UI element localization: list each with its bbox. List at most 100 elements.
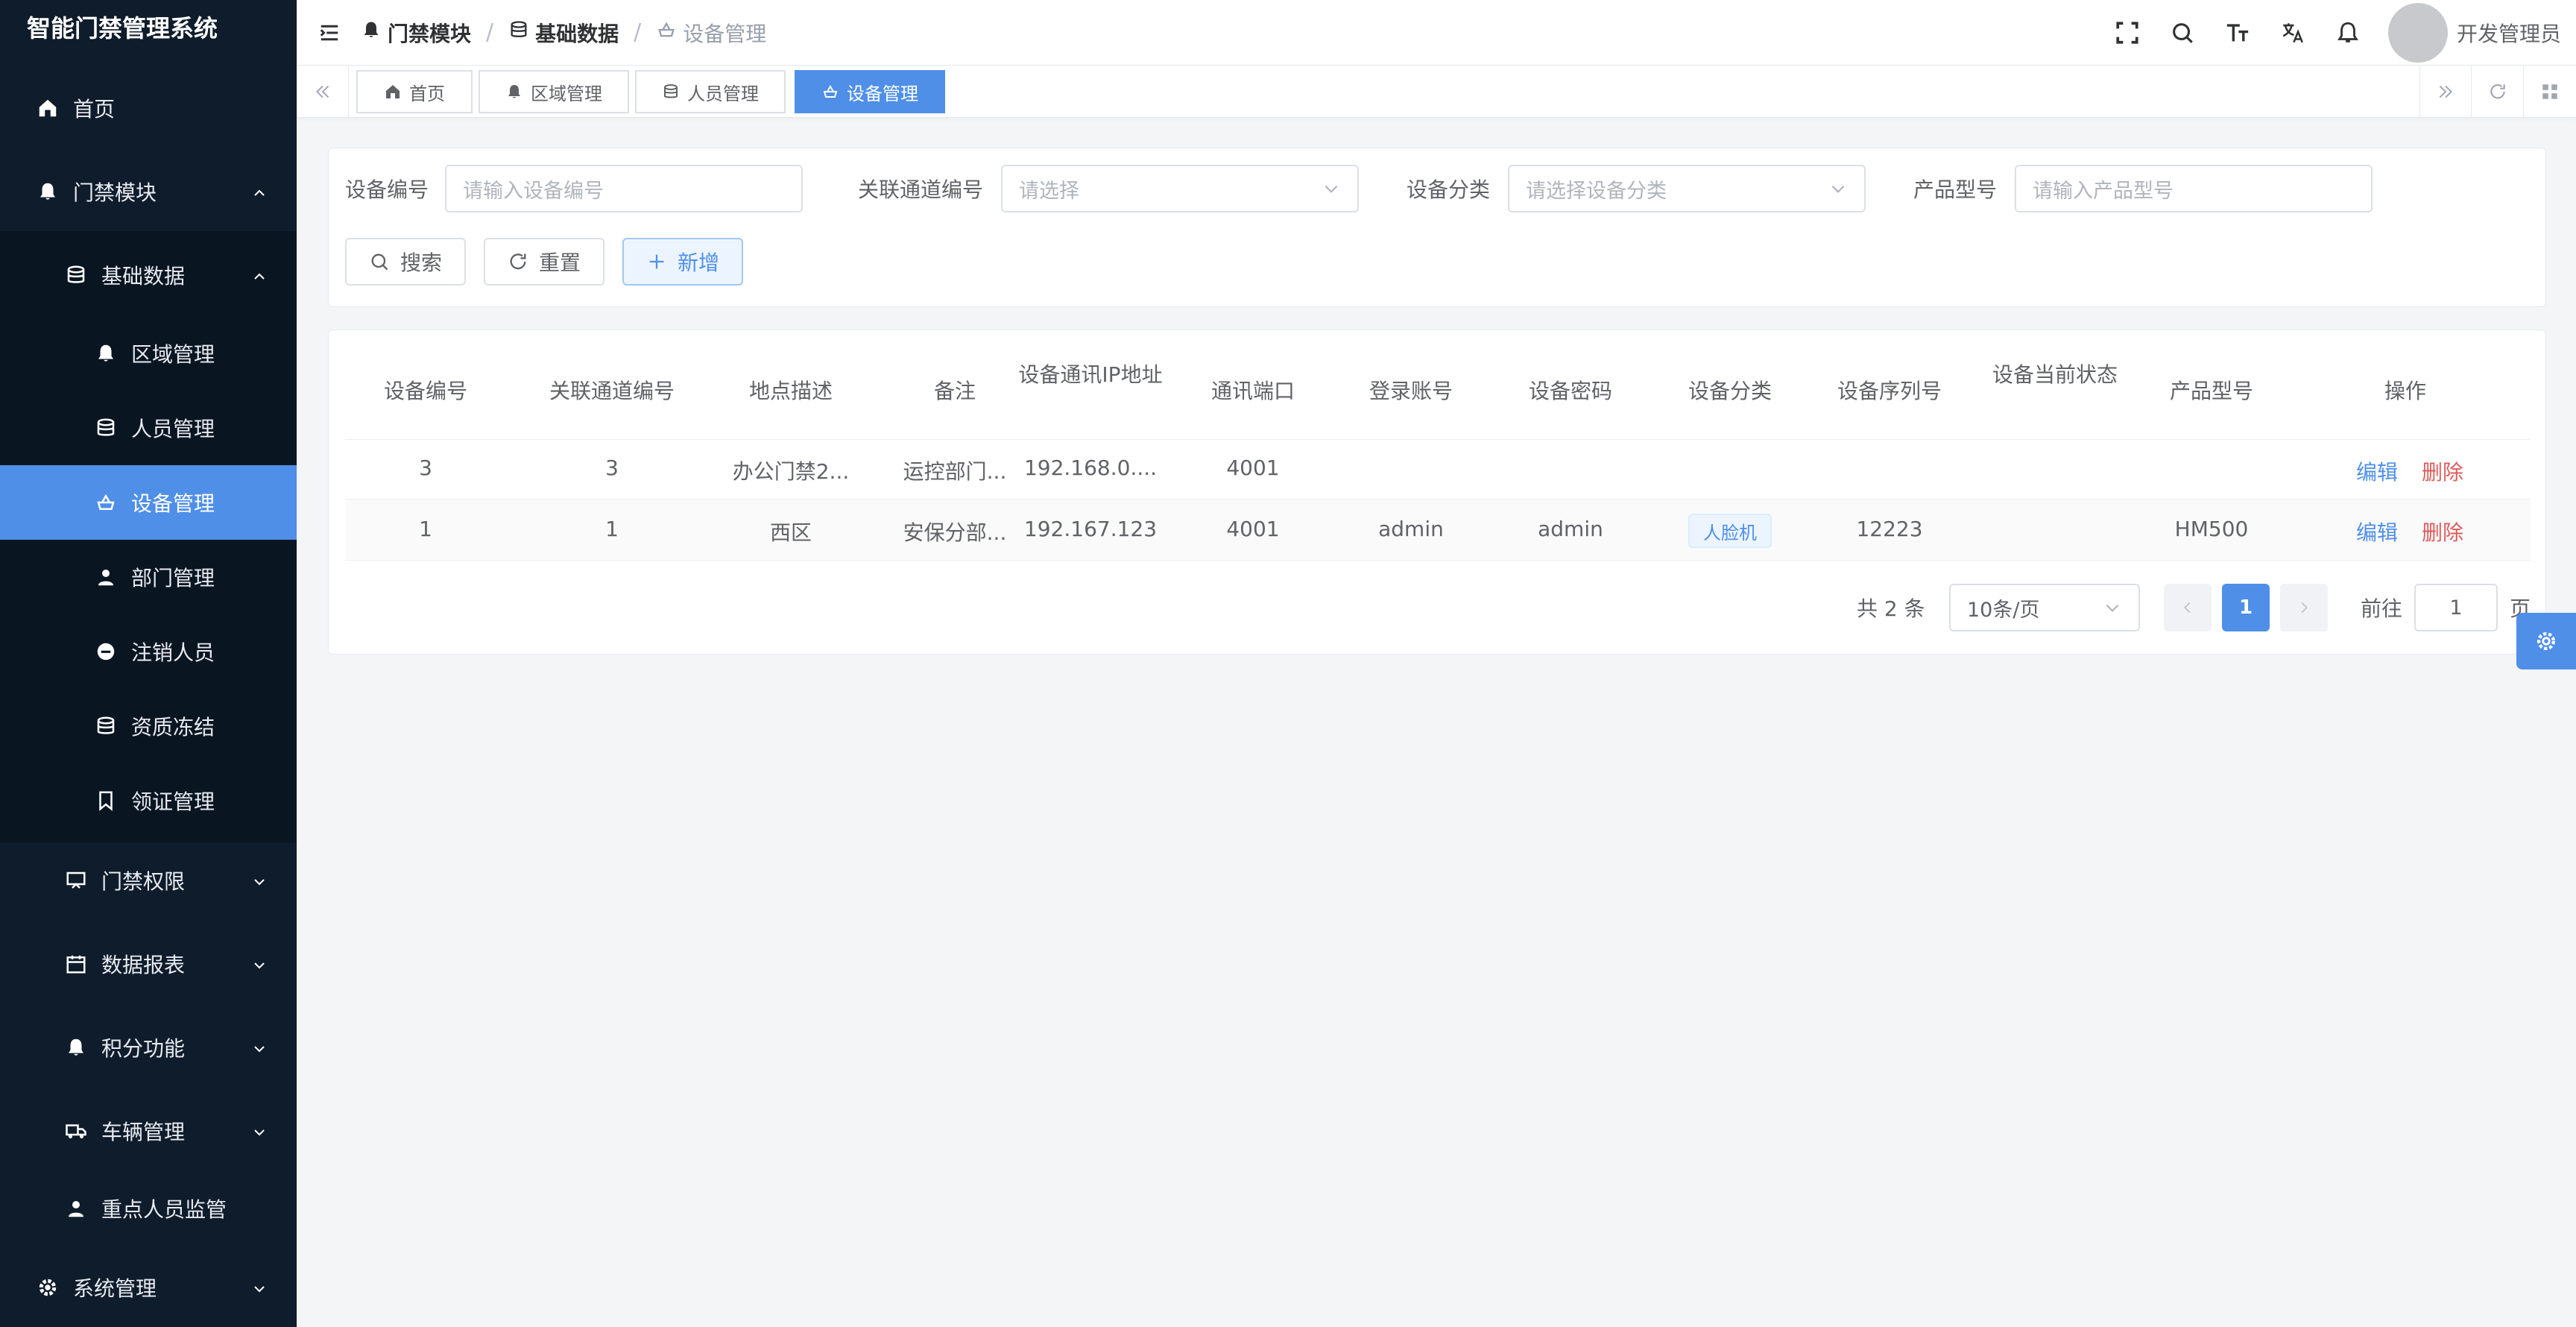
tab-home[interactable]: 首页 xyxy=(356,70,473,113)
chevron-left-icon xyxy=(2184,602,2191,614)
sidebar-item-label: 领证管理 xyxy=(131,789,215,814)
search-form-card: 设备编号 请输入设备编号 关联通道编号 请选择 设备分类 请选择设备分类 产品型… xyxy=(328,148,2546,307)
bookmark-icon xyxy=(94,789,118,813)
sidebar-item-points[interactable]: 积分功能 xyxy=(0,1008,297,1087)
username[interactable]: 开发管理员 xyxy=(2457,18,2561,48)
search-button[interactable]: 搜索 xyxy=(345,238,466,286)
chevron-down-icon xyxy=(250,1038,268,1056)
table-cell: 192.167.123 xyxy=(1023,517,1158,541)
settings-float-button[interactable] xyxy=(2516,613,2576,669)
chevron-down-icon xyxy=(250,871,268,889)
table-card: 设备编号 关联通道编号 地点描述 备注 设备通讯IP地址 通讯端口 登录账号 设… xyxy=(328,330,2546,655)
sidebar-item-key-personnel[interactable]: 重点人员监管 xyxy=(0,1169,297,1248)
sidebar-item-permission[interactable]: 门禁权限 xyxy=(0,841,297,920)
top-header: 门禁模块 / 基础数据 / 设备管理 开发管理员 xyxy=(297,0,2576,66)
device-category-select[interactable]: 请选择设备分类 xyxy=(1508,165,1866,212)
search-icon xyxy=(371,253,388,271)
tab-device[interactable]: 设备管理 xyxy=(795,70,945,113)
column-header: 备注 xyxy=(933,379,976,403)
next-page-button[interactable] xyxy=(2280,584,2328,631)
avatar[interactable] xyxy=(2387,3,2448,63)
sidebar-item-home[interactable]: 首页 xyxy=(0,69,297,148)
sidebar-item-area[interactable]: 区域管理 xyxy=(0,316,297,391)
bell-icon[interactable] xyxy=(2333,18,2363,48)
channel-no-select[interactable]: 请选择 xyxy=(1001,165,1359,212)
category-tag: 人脸机 xyxy=(1688,514,1772,548)
table-cell: 3 xyxy=(605,456,619,480)
column-header: 设备密码 xyxy=(1528,379,1612,403)
menu-toggle-icon[interactable] xyxy=(316,19,343,46)
device-icon xyxy=(656,19,677,45)
tab-area[interactable]: 区域管理 xyxy=(479,70,629,113)
sidebar-item-label: 部门管理 xyxy=(131,566,215,590)
sidebar-item-report[interactable]: 数据报表 xyxy=(0,924,297,1003)
user-icon xyxy=(64,1197,88,1220)
sidebar-item-basic-data[interactable]: 基础数据 xyxy=(0,236,297,315)
channel-no-label: 关联通道编号 xyxy=(858,177,984,202)
gear-icon xyxy=(2536,631,2556,651)
chevron-down-icon xyxy=(250,1279,268,1296)
page-size-select[interactable]: 10条/页 xyxy=(1949,584,2140,631)
table-cell: 1 xyxy=(419,517,432,541)
table-cell: 192.168.0.... xyxy=(1023,456,1158,480)
prev-page-button[interactable] xyxy=(2164,584,2212,631)
table-cell: 1 xyxy=(605,517,619,541)
device-no-label: 设备编号 xyxy=(345,177,429,202)
translate-icon[interactable] xyxy=(2278,18,2308,48)
sidebar-item-cancelled[interactable]: 注销人员 xyxy=(0,614,297,689)
sidebar-item-freeze[interactable]: 资质冻结 xyxy=(0,689,297,763)
page-number-button[interactable]: 1 xyxy=(2222,584,2270,631)
table-cell: admin xyxy=(1538,517,1603,541)
sidebar-item-label: 基础数据 xyxy=(101,264,186,289)
sidebar-item-department[interactable]: 部门管理 xyxy=(0,540,297,614)
grid-menu-icon[interactable] xyxy=(2524,66,2576,118)
refresh-icon[interactable] xyxy=(2472,66,2524,118)
sidebar-item-label: 门禁模块 xyxy=(73,180,157,205)
sidebar-item-personnel[interactable]: 人员管理 xyxy=(0,391,297,465)
column-header: 设备通讯IP地址 xyxy=(1018,362,1163,387)
goto-page-input[interactable]: 1 xyxy=(2414,584,2498,631)
edit-button[interactable]: 编辑 xyxy=(2356,517,2398,546)
minus-circle-icon xyxy=(94,640,118,664)
breadcrumb: 门禁模块 / 基础数据 / 设备管理 xyxy=(361,18,766,48)
fullscreen-icon[interactable] xyxy=(2112,18,2142,48)
delete-button[interactable]: 删除 xyxy=(2422,517,2463,546)
tab-personnel[interactable]: 人员管理 xyxy=(635,70,786,113)
home-icon xyxy=(386,85,400,98)
edit-button[interactable]: 编辑 xyxy=(2356,456,2398,486)
home-icon xyxy=(36,96,60,120)
sidebar-item-label: 首页 xyxy=(73,97,116,122)
tabs-scroll-left-icon[interactable] xyxy=(297,66,349,118)
delete-button[interactable]: 删除 xyxy=(2422,456,2463,486)
sidebar-item-label: 人员管理 xyxy=(131,417,215,441)
table-cell: 办公门禁2... xyxy=(732,459,850,484)
sidebar-item-license[interactable]: 领证管理 xyxy=(0,763,297,838)
column-header: 设备序列号 xyxy=(1837,379,1942,403)
reset-button[interactable]: 重置 xyxy=(484,238,604,286)
sidebar-item-device[interactable]: 设备管理 xyxy=(0,465,297,540)
sidebar-item-access-module[interactable]: 门禁模块 xyxy=(0,152,297,231)
database-icon xyxy=(508,19,529,45)
sidebar-item-label: 区域管理 xyxy=(131,342,215,367)
monitor-icon xyxy=(64,869,88,892)
tabs-scroll-right-icon[interactable] xyxy=(2419,66,2472,118)
column-header: 操作 xyxy=(2384,379,2426,403)
column-header: 关联通道编号 xyxy=(549,379,675,403)
font-size-icon[interactable] xyxy=(2223,18,2253,48)
product-model-input[interactable]: 请输入产品型号 xyxy=(2015,165,2373,212)
breadcrumb-separator: / xyxy=(634,19,642,45)
column-header: 产品型号 xyxy=(2169,379,2253,403)
bell-icon xyxy=(508,85,520,98)
add-button[interactable]: 新增 xyxy=(622,238,743,286)
sidebar-item-label: 注销人员 xyxy=(131,640,215,665)
chevron-down-icon xyxy=(2106,604,2119,612)
sidebar-item-vehicle[interactable]: 车辆管理 xyxy=(0,1091,297,1170)
column-header: 地点描述 xyxy=(748,379,833,403)
search-icon[interactable] xyxy=(2168,18,2197,48)
sidebar-item-system[interactable]: 系统管理 xyxy=(0,1248,297,1327)
device-no-input[interactable]: 请输入设备编号 xyxy=(445,165,803,212)
pagination-total: 共 2 条 xyxy=(1857,596,1925,621)
database-icon xyxy=(94,416,118,440)
breadcrumb-item[interactable]: 门禁模块 xyxy=(361,18,471,48)
breadcrumb-item[interactable]: 基础数据 xyxy=(508,18,619,48)
